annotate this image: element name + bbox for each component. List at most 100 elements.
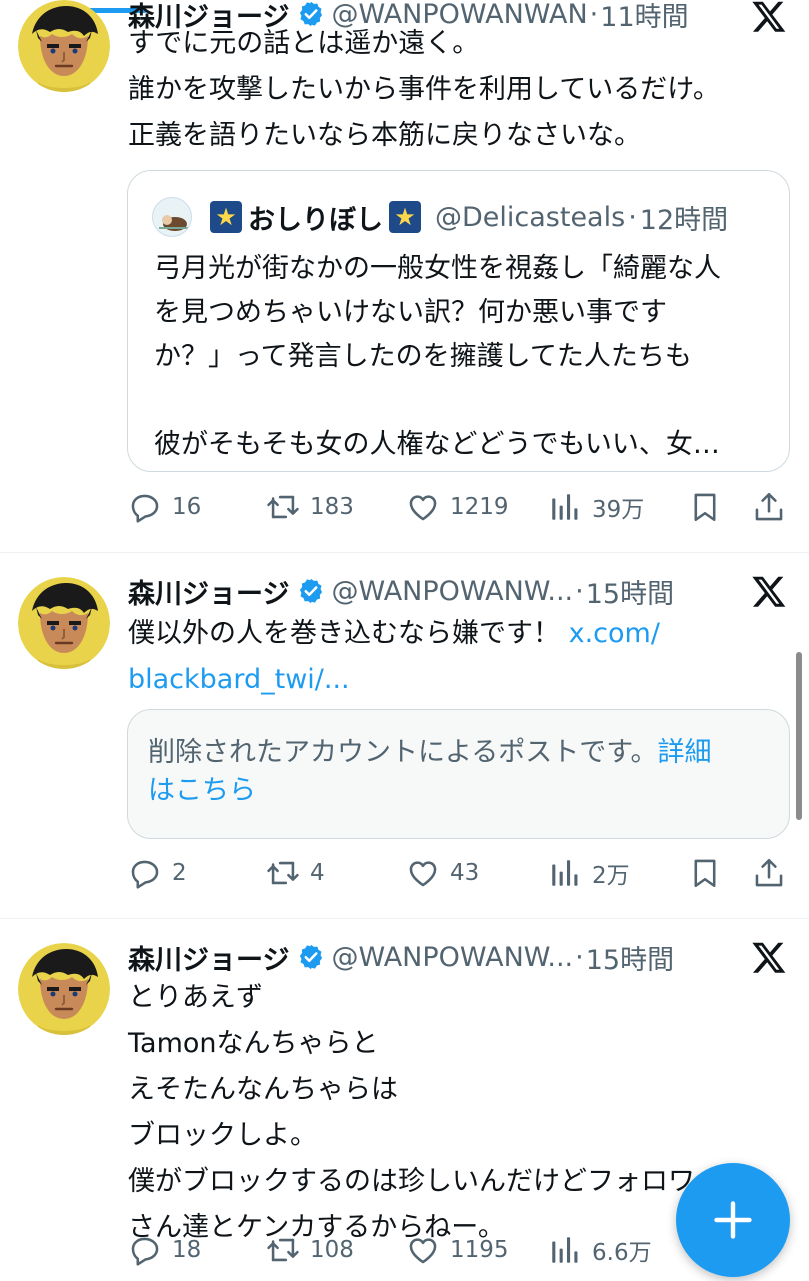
bookmark-icon	[688, 490, 722, 524]
like-button[interactable]: 1195	[406, 1228, 509, 1272]
post-text: 僕以外の人を巻き込むなら嫌です！ x.com/ blackbard_twi/..…	[128, 611, 768, 703]
x-logo-icon[interactable]	[751, 573, 787, 609]
post-header: 森川ジョージ @WANPOWANW... · 15時間	[128, 571, 674, 611]
post-link-continued[interactable]: blackbard_twi/...	[128, 657, 768, 703]
post-text-line: 正義を語りたいなら本筋に戻りなさいな。	[128, 120, 641, 151]
author-handle[interactable]: @WANPOWANW...	[331, 576, 573, 607]
quoted-author-avatar[interactable]	[152, 197, 192, 237]
quoted-post[interactable]: ★ おしりぼし ★ @Delicasteals · 12時間 弓月光が街なかの一…	[127, 170, 790, 472]
separator-dot: ·	[575, 941, 584, 973]
post-2[interactable]: 森川ジョージ @WANPOWANW... · 15時間 僕以外の人を巻き込むなら…	[0, 553, 809, 918]
quoted-text-line: 弓月光が街なかの一般女性を視姦し「綺麗な人	[154, 253, 721, 284]
post-header: 森川ジョージ @WANPOWANW... · 15時間	[128, 937, 674, 977]
repost-button[interactable]: 183	[266, 485, 354, 529]
reply-button[interactable]: 18	[128, 1228, 201, 1272]
views-button[interactable]: 39万	[548, 485, 644, 529]
post-text-line: 誰かを攻撃したいから事件を利用しているだけ。	[128, 74, 720, 105]
post-link[interactable]: x.com/	[569, 618, 660, 649]
author-avatar[interactable]	[18, 943, 110, 1035]
quoted-author-handle[interactable]: @Delicasteals	[435, 202, 625, 233]
post-text-line: すでに元の話とは遥か遠く。	[128, 28, 480, 59]
post-actions: 16 183 1219 39万	[128, 485, 790, 529]
star-emoji-icon: ★	[210, 201, 242, 233]
reply-button[interactable]: 2	[128, 851, 187, 895]
share-button[interactable]	[752, 485, 786, 529]
repost-count: 108	[310, 1237, 354, 1263]
separator-dot: ·	[575, 575, 584, 607]
repost-icon	[266, 490, 300, 524]
reply-icon	[128, 856, 162, 890]
post-text-content: 僕以外の人を巻き込むなら嫌です！	[128, 618, 560, 649]
bookmark-button[interactable]	[688, 851, 722, 895]
post-timestamp[interactable]: 15時間	[586, 938, 674, 977]
repost-icon	[266, 1233, 300, 1267]
quoted-post-timestamp[interactable]: 12時間	[640, 198, 728, 237]
x-logo-icon[interactable]	[751, 939, 787, 975]
post-1[interactable]: 森川ジョージ @WANPOWANWAN · 11時間 すでに元の話とは遥か遠く。…	[0, 0, 809, 553]
view-count: 2万	[592, 863, 630, 889]
verified-badge-icon	[297, 943, 325, 971]
reply-count: 16	[172, 494, 202, 520]
views-icon	[548, 490, 582, 524]
reply-icon	[128, 490, 162, 524]
post-text-line: Tamonなんちゃらと	[128, 1028, 379, 1059]
share-button[interactable]	[752, 851, 786, 895]
post-timestamp[interactable]: 15時間	[586, 572, 674, 611]
post-text-line: 僕がブロックするのは珍しいんだけどフォロワー	[128, 1166, 722, 1197]
reply-count: 18	[172, 1237, 202, 1263]
reply-button[interactable]: 16	[128, 485, 201, 529]
compose-post-button[interactable]	[676, 1163, 790, 1277]
views-button[interactable]: 2万	[548, 851, 630, 895]
deleted-account-notice: 削除されたアカウントによるポストです。詳細 はこちら	[127, 709, 790, 839]
heart-icon	[406, 1233, 440, 1267]
bookmark-button[interactable]	[688, 485, 722, 529]
quoted-text-line: 彼がそもそも女の人権などどうでもいい、女…	[154, 429, 720, 460]
like-count: 1219	[450, 494, 509, 520]
view-count: 6.6万	[592, 1240, 652, 1266]
author-avatar[interactable]	[18, 0, 110, 92]
author-avatar[interactable]	[18, 577, 110, 669]
like-button[interactable]: 1219	[406, 485, 509, 529]
quoted-text-line: か？」って発言したのを擁護してた人たちも	[154, 341, 692, 372]
post-actions: 2 4 43 2万	[128, 851, 790, 895]
post-text: すでに元の話とは遥か遠く。 誰かを攻撃したいから事件を利用しているだけ。 正義を…	[128, 21, 768, 159]
learn-more-link[interactable]: 詳細	[658, 737, 712, 768]
repost-button[interactable]: 4	[266, 851, 325, 895]
author-name[interactable]: 森川ジョージ	[128, 938, 289, 977]
repost-count: 183	[310, 494, 354, 520]
quoted-author-name[interactable]: おしりぼし	[248, 198, 383, 237]
like-button[interactable]: 43	[406, 851, 479, 895]
like-count: 1195	[450, 1237, 509, 1263]
repost-count: 4	[310, 860, 325, 886]
plus-icon	[714, 1201, 752, 1239]
heart-icon	[406, 490, 440, 524]
share-icon	[752, 856, 786, 890]
verified-badge-icon	[297, 577, 325, 605]
quoted-post-text: 弓月光が街なかの一般女性を視姦し「綺麗な人 を見つめちゃいけない訳？何か悪い事で…	[154, 247, 774, 467]
repost-button[interactable]: 108	[266, 1228, 354, 1272]
post-text-line: ブロックしよ。	[128, 1120, 317, 1151]
reply-count: 2	[172, 860, 187, 886]
bookmark-icon	[688, 856, 722, 890]
views-button[interactable]: 6.6万	[548, 1228, 652, 1272]
heart-icon	[406, 856, 440, 890]
views-icon	[548, 856, 582, 890]
share-icon	[752, 490, 786, 524]
learn-more-link-continued[interactable]: はこちら	[148, 772, 769, 810]
post-text: とりあえず Tamonなんちゃらと えそたんなんちゃらは ブロックしよ。 僕がブ…	[128, 975, 768, 1251]
repost-icon	[266, 856, 300, 890]
views-icon	[548, 1233, 582, 1267]
star-emoji-icon: ★	[389, 201, 421, 233]
scrollbar[interactable]	[796, 652, 802, 820]
separator-dot: ·	[628, 201, 637, 233]
like-count: 43	[450, 860, 480, 886]
quoted-text-line: を見つめちゃいけない訳？何か悪い事です	[154, 297, 667, 328]
author-name[interactable]: 森川ジョージ	[128, 572, 289, 611]
reply-icon	[128, 1233, 162, 1267]
author-handle[interactable]: @WANPOWANW...	[331, 942, 573, 973]
quoted-post-header: ★ おしりぼし ★ @Delicasteals · 12時間	[152, 197, 728, 237]
deleted-notice-text: 削除されたアカウントによるポストです。	[148, 737, 658, 768]
post-text-line: とりあえず	[128, 982, 263, 1013]
quoted-text-line	[154, 379, 774, 423]
view-count: 39万	[592, 497, 645, 523]
